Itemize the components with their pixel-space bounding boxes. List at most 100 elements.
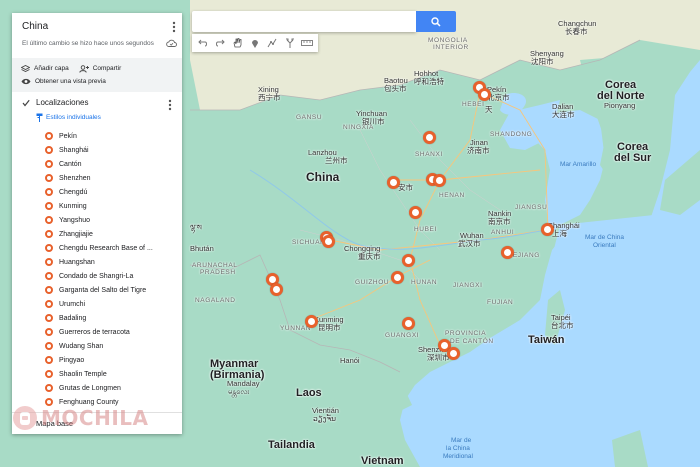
place-name: Yangshuo	[59, 216, 91, 224]
hunan-label: HUNAN	[411, 279, 438, 286]
list-item[interactable]: Cantón	[45, 157, 172, 171]
list-item[interactable]: Shenzhen	[45, 171, 172, 185]
directions-icon[interactable]	[284, 37, 296, 49]
place-marker-icon	[45, 272, 53, 280]
list-item[interactable]: Kunming	[45, 199, 172, 213]
map-marker[interactable]	[402, 317, 415, 330]
ningxia-label: NINGXIA	[343, 124, 374, 131]
list-item[interactable]: Huangshan	[45, 255, 172, 269]
nagaland-label: NAGALAND	[195, 297, 236, 304]
list-item[interactable]: Shanghái	[45, 143, 172, 157]
xining-cn-label: 西宁市	[258, 93, 281, 102]
list-item[interactable]: Grutas de Longmen	[45, 381, 172, 395]
arunachal-label-2: PRADESH	[200, 269, 236, 276]
marker-icon[interactable]	[249, 37, 261, 49]
ecs-label-2: Oriental	[593, 242, 616, 249]
place-marker-icon	[45, 300, 53, 308]
place-name: Shanghái	[59, 146, 89, 154]
map-toolbar	[192, 34, 318, 52]
yinchuan-cn-label: 银川市	[362, 117, 385, 126]
layer-section: Localizaciones Estilos individuales Pekí…	[12, 92, 182, 409]
preview-label: Obtener una vista previa	[35, 78, 106, 85]
place-marker-icon	[45, 258, 53, 266]
places-list: Pekín Shanghái Cantón Shenzhen Chengdú Kunmin…	[22, 129, 172, 409]
map-marker[interactable]	[541, 223, 554, 236]
fujian-label: FUJIAN	[487, 299, 514, 306]
individual-styles-link[interactable]: Estilos individuales	[36, 113, 172, 122]
pyongyang-label: Pionyang	[604, 101, 636, 110]
list-item[interactable]: Urumchi	[45, 297, 172, 311]
henan-label: HENAN	[439, 192, 465, 199]
share-button[interactable]: Compartir	[79, 64, 122, 73]
redo-icon[interactable]	[214, 37, 226, 49]
jiangsu-label: JIANGSU	[515, 204, 548, 211]
map-marker[interactable]	[423, 131, 436, 144]
taipei-cn-label: 台北市	[551, 321, 574, 330]
anhui-label: ANHUI	[491, 229, 515, 236]
map-title[interactable]: China	[22, 21, 172, 32]
layer-title[interactable]: Localizaciones	[36, 98, 88, 107]
map-marker[interactable]	[270, 283, 283, 296]
place-name: Shenzhen	[59, 174, 91, 182]
preview-button[interactable]: Obtener una vista previa	[21, 78, 106, 85]
cloud-saved-icon	[166, 39, 177, 47]
more-options-icon[interactable]	[172, 21, 176, 33]
place-name: Guerreros de terracota	[59, 328, 130, 336]
share-label: Compartir	[92, 65, 122, 72]
map-marker[interactable]	[501, 246, 514, 259]
place-name: Chengdú	[59, 188, 88, 196]
map-marker[interactable]	[391, 271, 404, 284]
panel-header: China El último cambio se hizo hace unos…	[12, 13, 182, 58]
list-item[interactable]: Pekín	[45, 129, 172, 143]
map-marker[interactable]	[478, 88, 491, 101]
list-item[interactable]: Yangshuo	[45, 213, 172, 227]
ruler-icon[interactable]	[301, 37, 314, 49]
shenzhen-cn-label: 深圳市	[427, 353, 450, 362]
layer-options-icon[interactable]	[168, 99, 172, 111]
map-marker[interactable]	[409, 206, 422, 219]
china-label: China	[306, 170, 340, 184]
map-marker[interactable]	[322, 235, 335, 248]
list-item[interactable]: Chengdu Research Base of ...	[45, 241, 172, 255]
hand-icon[interactable]	[232, 37, 244, 49]
changchun-cn-label: 长春市	[565, 27, 588, 36]
undo-icon[interactable]	[197, 37, 209, 49]
place-marker-icon	[45, 370, 53, 378]
list-item[interactable]: Wudang Shan	[45, 339, 172, 353]
eye-icon	[21, 78, 31, 85]
map-marker[interactable]	[433, 174, 446, 187]
list-item[interactable]: Zhangjiajie	[45, 227, 172, 241]
list-item[interactable]: Garganta del Salto del Tigre	[45, 283, 172, 297]
add-layer-label: Añadir capa	[34, 65, 69, 72]
layer-checkbox[interactable]	[22, 99, 30, 107]
jiangxi-label: JIANGXI	[453, 282, 483, 289]
add-person-icon	[79, 64, 89, 73]
list-item[interactable]: Guerreros de terracota	[45, 325, 172, 339]
map-marker[interactable]	[305, 315, 318, 328]
place-name: Badaling	[59, 314, 87, 322]
list-item[interactable]: Chengdú	[45, 185, 172, 199]
place-marker-icon	[45, 286, 53, 294]
add-layer-button[interactable]: Añadir capa	[21, 64, 69, 73]
map-marker[interactable]	[387, 176, 400, 189]
map-marker[interactable]	[402, 254, 415, 267]
search-input[interactable]	[192, 11, 416, 32]
list-item[interactable]: Condado de Shangri-La	[45, 269, 172, 283]
place-name: Condado de Shangri-La	[59, 272, 134, 280]
list-item[interactable]: Shaolin Temple	[45, 367, 172, 381]
place-marker-icon	[45, 160, 53, 168]
list-item[interactable]: Badaling	[45, 311, 172, 325]
scs-label-3: Meridional	[443, 453, 473, 460]
list-item[interactable]: Pingyao	[45, 353, 172, 367]
search-button[interactable]	[416, 11, 456, 32]
shanghai-cn-label: 上海	[552, 229, 567, 238]
place-name: Chengdu Research Base of ...	[59, 244, 153, 252]
place-name: Zhangjiajie	[59, 230, 93, 238]
place-marker-icon	[45, 230, 53, 238]
map-marker[interactable]	[447, 347, 460, 360]
yellow-sea-label: Mar Amarillo	[560, 161, 597, 168]
draw-line-icon[interactable]	[266, 37, 278, 49]
nanjing-cn-label: 南京市	[488, 217, 511, 226]
place-name: Kunming	[59, 202, 87, 210]
ecs-label-1: Mar de China	[585, 234, 625, 241]
